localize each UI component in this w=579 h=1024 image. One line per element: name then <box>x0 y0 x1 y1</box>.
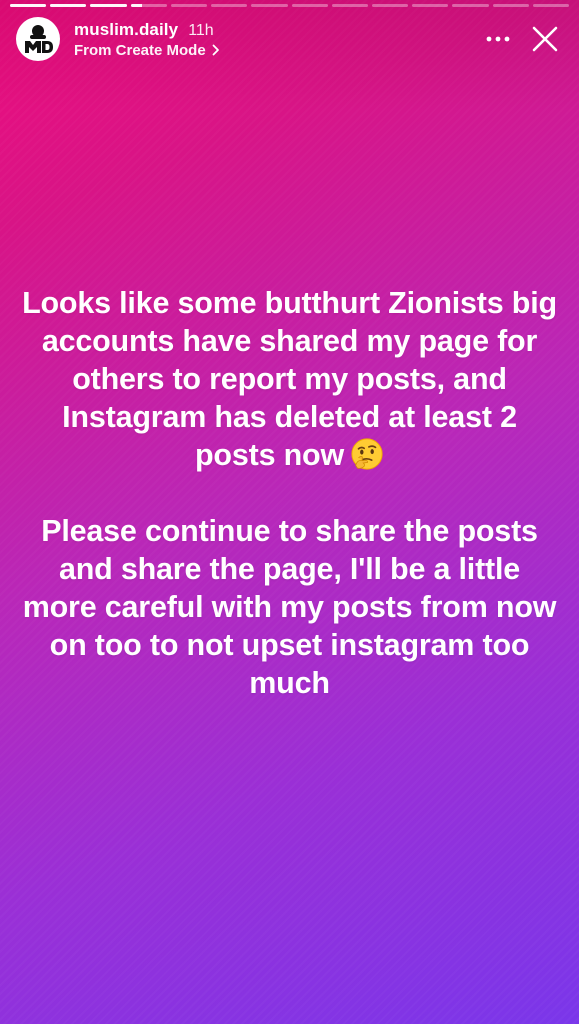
story-paragraph-2: Please continue to share the posts and s… <box>22 514 557 700</box>
paragraph-1-text: Looks like some butthurt Zionists big ac… <box>22 286 557 472</box>
close-button[interactable] <box>527 21 563 57</box>
progress-segment <box>251 4 288 7</box>
username[interactable]: muslim.daily <box>74 20 178 40</box>
progress-segment <box>371 4 409 7</box>
chevron-right-icon <box>212 44 220 56</box>
close-icon <box>532 26 558 52</box>
progress-segment <box>532 4 570 7</box>
avatar[interactable] <box>16 17 60 61</box>
progress-segment <box>130 4 167 7</box>
progress-segment <box>10 4 47 7</box>
story-progress-bar <box>10 4 570 7</box>
progress-segment <box>492 4 529 7</box>
story-meta: muslim.daily 11h From Create Mode <box>74 20 220 59</box>
progress-segment <box>211 4 248 7</box>
time-ago: 11h <box>188 21 214 39</box>
progress-segment-fill <box>90 4 127 7</box>
progress-segment <box>50 4 87 7</box>
progress-segment-fill <box>50 4 87 7</box>
progress-segment <box>412 4 449 7</box>
story-paragraph-1: Looks like some butthurt Zionists big ac… <box>22 284 557 474</box>
avatar-logo-icon <box>17 18 59 60</box>
subtitle-label: From Create Mode <box>74 41 206 59</box>
progress-segment-fill <box>10 4 47 7</box>
create-mode-link[interactable]: From Create Mode <box>74 42 220 59</box>
more-horizontal-icon <box>486 36 510 42</box>
story-text: Looks like some butthurt Zionists big ac… <box>22 284 557 702</box>
progress-segment-fill <box>130 4 142 7</box>
story-viewer[interactable]: muslim.daily 11h From Create Mode Looks … <box>0 0 579 1024</box>
progress-segment <box>452 4 489 7</box>
progress-segment <box>291 4 328 7</box>
more-options-button[interactable] <box>481 22 515 56</box>
progress-segment <box>90 4 127 7</box>
progress-segment <box>170 4 208 7</box>
story-header: muslim.daily 11h From Create Mode <box>16 16 563 62</box>
thinking-face-emoji-icon <box>351 438 383 470</box>
progress-segment <box>331 4 368 7</box>
